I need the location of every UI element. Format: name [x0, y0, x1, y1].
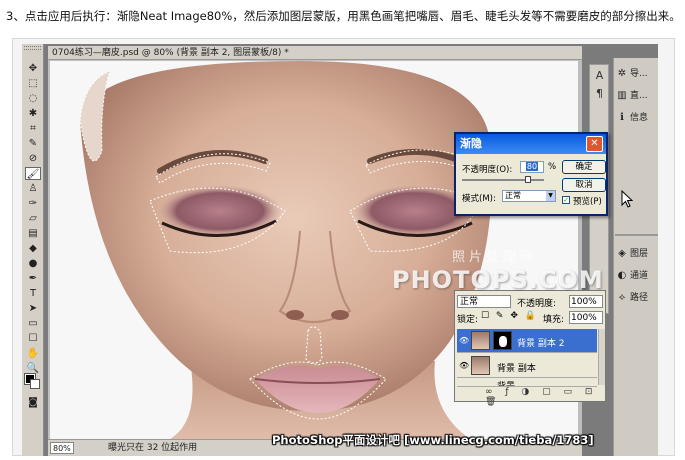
right-panel-dock: ✲ 导... ▥ 直... ℹ 信息 ◈ 图层 ◐ 通道 ⟡ 路径 [613, 58, 658, 456]
status-info-text: 曝光只在 32 位起作用 [108, 443, 198, 453]
dodge-tool-icon[interactable]: ● [25, 257, 41, 270]
hand-tool-icon[interactable]: ✋ [25, 347, 41, 360]
blur-tool-icon[interactable]: ◆ [25, 242, 41, 255]
slice-tool-icon[interactable]: ✎ [25, 137, 41, 150]
fill-field[interactable]: 100% [569, 311, 603, 324]
footer-credit: PhotoShop平面设计吧 [www.linecg.com/tieba/178… [272, 433, 594, 447]
mouse-cursor-icon [621, 190, 634, 208]
opacity-slider-track[interactable] [462, 179, 544, 181]
layer-thumbnail [471, 331, 490, 350]
layer-opacity-field[interactable]: 100% [569, 295, 603, 308]
tools-grip[interactable] [24, 46, 41, 50]
lock-icons[interactable]: ☐ ✎ ✥ 🔒 [481, 311, 538, 321]
notes-tool-icon[interactable]: ☐ [25, 332, 41, 345]
preview-label: 预览(P) [573, 197, 602, 207]
channels-label: 通道 [630, 271, 649, 281]
histogram-tab[interactable]: ▥ 直... [616, 86, 658, 106]
layer-name: 背景 [497, 382, 516, 387]
cancel-button[interactable]: 取消 [562, 178, 606, 192]
watermark-en: PHOTOPS.COM [392, 266, 604, 294]
layers-lock-row: 锁定: ☐ ✎ ✥ 🔒 填充: 100% [457, 311, 605, 325]
layers-label: 图层 [630, 249, 649, 259]
layer-row[interactable]: 👁 背景 副本 2 [457, 329, 597, 353]
background-color-swatch[interactable] [30, 379, 40, 389]
layer-row[interactable]: 👁 背景 副本 [457, 354, 597, 378]
opacity-slider-thumb[interactable] [524, 176, 531, 183]
paths-tab[interactable]: ⟡ 路径 [616, 288, 658, 308]
close-icon[interactable]: ✕ [586, 136, 603, 152]
eraser-tool-icon[interactable]: ▱ [25, 212, 41, 225]
layer-row[interactable]: 背景 [457, 379, 597, 387]
tools-panel: ✥ ⬚ ◌ ✱ ⌗ ✎ ⊘ 🖌 ♙ ✑ ▱ ▤ ◆ ● ✒ T ➤ ▭ ☐ ✋ … [22, 44, 44, 456]
move-tool-icon[interactable]: ✥ [25, 62, 41, 75]
gradient-tool-icon[interactable]: ▤ [25, 227, 41, 240]
history-brush-tool-icon[interactable]: ✑ [25, 197, 41, 210]
brush-tool-icon[interactable]: 🖌 [25, 167, 41, 180]
lasso-tool-icon[interactable]: ◌ [25, 92, 41, 105]
marquee-tool-icon[interactable]: ⬚ [25, 77, 41, 90]
eye-icon[interactable]: 👁 [459, 336, 469, 345]
pen-tool-icon[interactable]: ✒ [25, 272, 41, 285]
opacity-input[interactable]: 80 [520, 161, 544, 173]
mode-label: 模式(M): [462, 194, 496, 204]
quick-mask-icon[interactable]: ◙ [25, 396, 41, 409]
document-title[interactable]: 0704练习—磨皮.psd @ 80% (背景 副本 2, 图层蒙板/8) * [48, 46, 582, 60]
layer-thumbnail [471, 356, 490, 375]
lock-label: 锁定: [457, 315, 479, 325]
navigator-label: 导... [630, 69, 648, 79]
layer-name: 背景 副本 [497, 364, 536, 374]
info-icon: ℹ [620, 112, 624, 123]
layer-name: 背景 副本 2 [517, 339, 565, 349]
ok-button[interactable]: 确定 [562, 160, 606, 174]
navigator-tab[interactable]: ✲ 导... [616, 64, 658, 84]
histogram-icon: ▥ [617, 90, 627, 101]
fade-dialog-title[interactable]: 渐隐 [456, 134, 606, 154]
zoom-level-field[interactable]: 80% [50, 442, 74, 454]
opacity-value: 80 [525, 162, 539, 171]
crop-tool-icon[interactable]: ⌗ [25, 122, 41, 135]
navigator-icon: ✲ [617, 68, 627, 79]
channels-tab[interactable]: ◐ 通道 [616, 266, 658, 286]
fill-label: 填充: [543, 315, 565, 325]
layers-panel: 正常 不透明度: 100% 锁定: ☐ ✎ ✥ 🔒 填充: 100% 👁 背景 … [454, 290, 606, 407]
paragraph-panel-icon[interactable]: ¶ [593, 87, 606, 100]
magic-wand-tool-icon[interactable]: ✱ [25, 107, 41, 120]
character-panel-icon[interactable]: A [593, 69, 606, 82]
layers-blend-row: 正常 不透明度: 100% [457, 295, 605, 309]
info-label: 信息 [630, 113, 649, 123]
paths-label: 路径 [630, 293, 649, 303]
layer-opacity-label: 不透明度: [517, 299, 557, 309]
layers-scrollbar[interactable] [598, 329, 605, 385]
info-tab[interactable]: ℹ 信息 [616, 108, 658, 128]
fade-dialog: 渐隐 ✕ 不透明度(O): 80 % 模式(M): 正常 ▼ 确定 取消 ✓ 预… [454, 132, 608, 216]
eye-icon[interactable]: 👁 [459, 361, 469, 370]
opacity-unit: % [548, 162, 557, 172]
panel-divider [615, 234, 658, 236]
instruction-text: 3、点击应用后执行：渐隐Neat Image80%，然后添加图层蒙版，用黑色画笔… [6, 9, 681, 23]
layers-icon: ◈ [618, 248, 626, 259]
photoshop-window: ✥ ⬚ ◌ ✱ ⌗ ✎ ⊘ 🖌 ♙ ✑ ▱ ▤ ◆ ● ✒ T ➤ ▭ ☐ ✋ … [22, 44, 658, 456]
layers-footer-icons[interactable]: ∞ ƒ ◑ ▢ ▭ ⊡ 🗑 [457, 387, 605, 407]
clone-stamp-tool-icon[interactable]: ♙ [25, 182, 41, 195]
layers-tab[interactable]: ◈ 图层 [616, 244, 658, 264]
channels-icon: ◐ [617, 270, 627, 281]
layer-blend-mode-select[interactable]: 正常 [457, 295, 511, 308]
histogram-label: 直... [630, 91, 648, 101]
healing-brush-tool-icon[interactable]: ⊘ [25, 152, 41, 165]
shape-tool-icon[interactable]: ▭ [25, 317, 41, 330]
path-selection-tool-icon[interactable]: ➤ [25, 302, 41, 315]
layer-mask-thumbnail[interactable] [493, 331, 512, 350]
chevron-down-icon[interactable]: ▼ [546, 191, 555, 201]
opacity-label: 不透明度(O): [462, 165, 513, 175]
preview-checkbox[interactable]: ✓ [562, 196, 570, 204]
paths-icon: ⟡ [618, 292, 626, 303]
type-tool-icon[interactable]: T [25, 287, 41, 300]
watermark-cn: 照片处理网 [452, 250, 538, 265]
